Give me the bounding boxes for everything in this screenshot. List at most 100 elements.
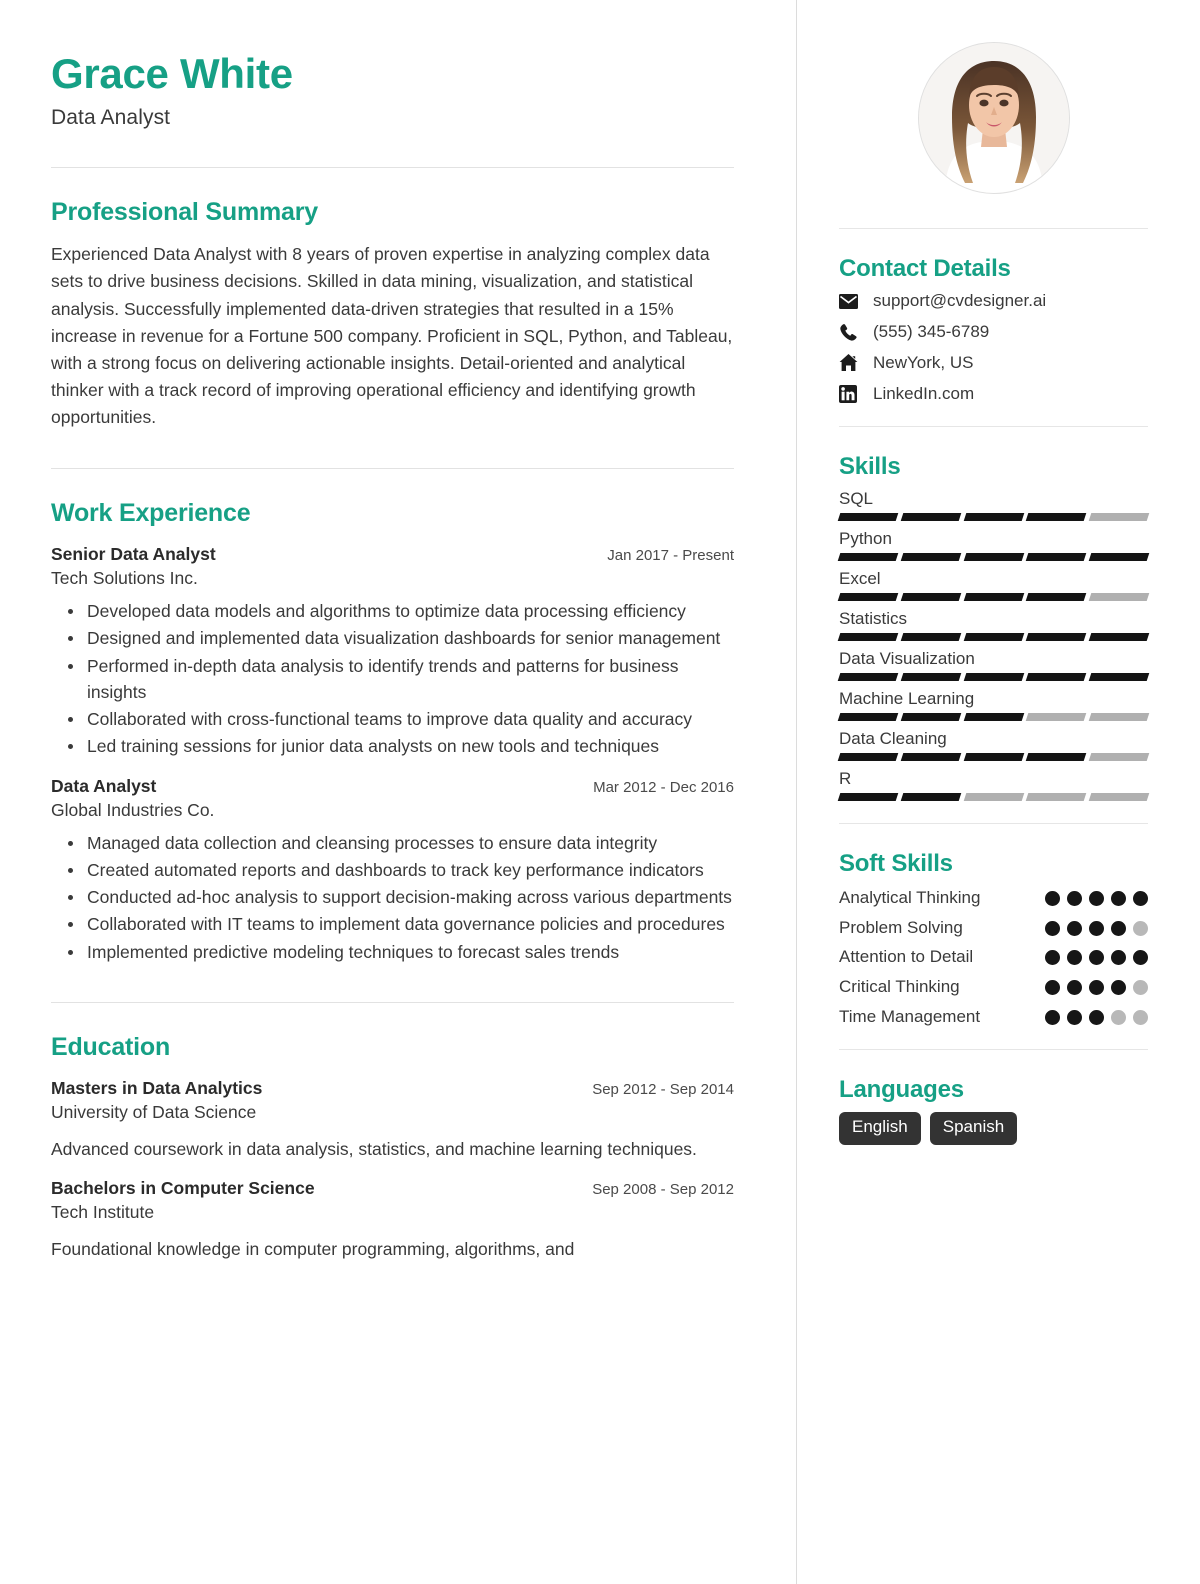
section-languages: Languages English Spanish [839, 1076, 1148, 1145]
work-bullet: Performed in-depth data analysis to iden… [68, 653, 734, 706]
rating-segment [1088, 633, 1150, 641]
skill-label: SQL [839, 489, 874, 508]
education-entry-head: Bachelors in Computer Science Sep 2008 -… [51, 1178, 734, 1199]
rating-segment [837, 753, 899, 761]
rating-segment [837, 593, 899, 601]
skill-rating-bar [837, 513, 1150, 521]
rating-dot [1045, 979, 1060, 995]
rating-segment [900, 513, 961, 521]
soft-skills-list: Analytical Thinking Problem Solving Atte… [839, 886, 1148, 1029]
work-bullet: Designed and implemented data visualizat… [68, 625, 734, 651]
work-divider [51, 1001, 734, 1003]
rating-dot [1045, 920, 1060, 936]
section-title-soft-skills: Soft Skills [839, 850, 953, 877]
work-bullets: Managed data collection and cleansing pr… [51, 830, 734, 965]
rating-segment [900, 793, 961, 801]
summary-text: Experienced Data Analyst with 8 years of… [51, 244, 733, 428]
rating-dot [1133, 891, 1148, 906]
skill-label: Python [839, 529, 892, 548]
soft-skill-item: Attention to Detail [839, 945, 1148, 970]
work-bullet: Collaborated with IT teams to implement … [68, 911, 734, 937]
resume-page: Grace White Data Analyst Professional Su… [0, 0, 1200, 1584]
rating-segment [837, 633, 899, 641]
rating-dot [1089, 920, 1104, 936]
rating-segment [963, 713, 1024, 721]
contact-item-email[interactable]: support@cvdesigner.ai [839, 291, 1148, 311]
section-title-languages: Languages [839, 1076, 964, 1104]
language-pill: English [839, 1112, 921, 1145]
main-column: Grace White Data Analyst Professional Su… [0, 0, 797, 1584]
work-date: Mar 2012 - Dec 2016 [593, 778, 734, 796]
skill-item: Excel [837, 569, 1150, 601]
rating-dot [1067, 950, 1082, 966]
languages-list: English Spanish [839, 1112, 1148, 1145]
education-description: Advanced coursework in data analysis, st… [51, 1138, 697, 1159]
rating-dot [1089, 1009, 1104, 1025]
rating-dot [1067, 979, 1082, 995]
rating-segment [1026, 593, 1087, 601]
education-entry: Masters in Data Analytics Sep 2012 - Sep… [51, 1078, 734, 1162]
rating-segment [900, 633, 961, 641]
linkedin-icon [839, 385, 864, 403]
rating-dot [1045, 950, 1060, 966]
skills-divider [839, 823, 1148, 824]
profile-photo-illustration [918, 43, 1069, 193]
rating-segment [900, 593, 961, 601]
contact-phone-value: (555) 345-6789 [873, 322, 990, 341]
rating-segment [1088, 553, 1150, 561]
rating-segment [1088, 753, 1150, 761]
section-education: Education Masters in Data Analytics Sep … [51, 1033, 734, 1263]
rating-dot [1133, 1009, 1148, 1025]
education-date: Sep 2008 - Sep 2012 [592, 1181, 734, 1199]
language-pill: Spanish [929, 1112, 1018, 1145]
header-divider [51, 167, 734, 169]
rating-segment [1088, 713, 1150, 721]
skill-item: Statistics [837, 609, 1150, 641]
rating-dot [1089, 891, 1104, 906]
soft-skill-rating-dots [1045, 916, 1148, 936]
rating-dot [1111, 979, 1126, 995]
rating-segment [837, 793, 899, 801]
section-soft-skills: Soft Skills Analytical Thinking Problem … [839, 850, 1148, 1029]
section-work-experience: Work Experience Senior Data Analyst Jan … [51, 499, 734, 965]
rating-segment [1088, 793, 1150, 801]
work-bullet: Collaborated with cross-functional teams… [68, 706, 734, 732]
skill-rating-bar [837, 673, 1150, 681]
candidate-name: Grace White [51, 50, 293, 97]
rating-segment [837, 553, 899, 561]
skill-label: R [839, 769, 852, 788]
photo-divider [839, 228, 1148, 229]
sidebar-column: Contact Details support@cvdesigner.ai (5… [797, 0, 1200, 1584]
soft-skill-label: Attention to Detail [839, 947, 974, 967]
rating-dot [1133, 920, 1148, 936]
soft-skills-divider [839, 1049, 1148, 1051]
work-date: Jan 2017 - Present [607, 547, 734, 565]
rating-dot [1045, 891, 1060, 906]
soft-skill-label: Problem Solving [839, 917, 963, 937]
rating-dot [1067, 891, 1082, 906]
rating-segment [900, 713, 961, 721]
rating-dot [1045, 1009, 1060, 1025]
skill-rating-bar [837, 753, 1150, 761]
contact-item-phone[interactable]: (555) 345-6789 [839, 322, 1148, 342]
envelope-icon [839, 293, 864, 309]
rating-dot [1067, 920, 1082, 936]
rating-segment [963, 593, 1024, 601]
skill-item: Machine Learning [837, 689, 1150, 721]
skill-item: Python [837, 529, 1150, 561]
summary-divider [51, 468, 734, 470]
contact-item-linkedin[interactable]: LinkedIn.com [839, 384, 1148, 404]
education-degree: Bachelors in Computer Science [51, 1178, 315, 1199]
rating-segment [837, 673, 899, 681]
home-icon [839, 354, 864, 372]
rating-dot [1111, 920, 1126, 936]
rating-segment [900, 753, 961, 761]
rating-segment [1026, 793, 1087, 801]
rating-segment [963, 513, 1024, 521]
work-entry-head: Data Analyst Mar 2012 - Dec 2016 [51, 776, 734, 797]
rating-dot [1067, 1009, 1082, 1025]
contact-list: support@cvdesigner.ai (555) 345-6789 New… [839, 291, 1148, 404]
rating-dot [1089, 979, 1104, 995]
contact-item-location[interactable]: NewYork, US [839, 353, 1148, 373]
soft-skill-rating-dots [1045, 975, 1148, 995]
